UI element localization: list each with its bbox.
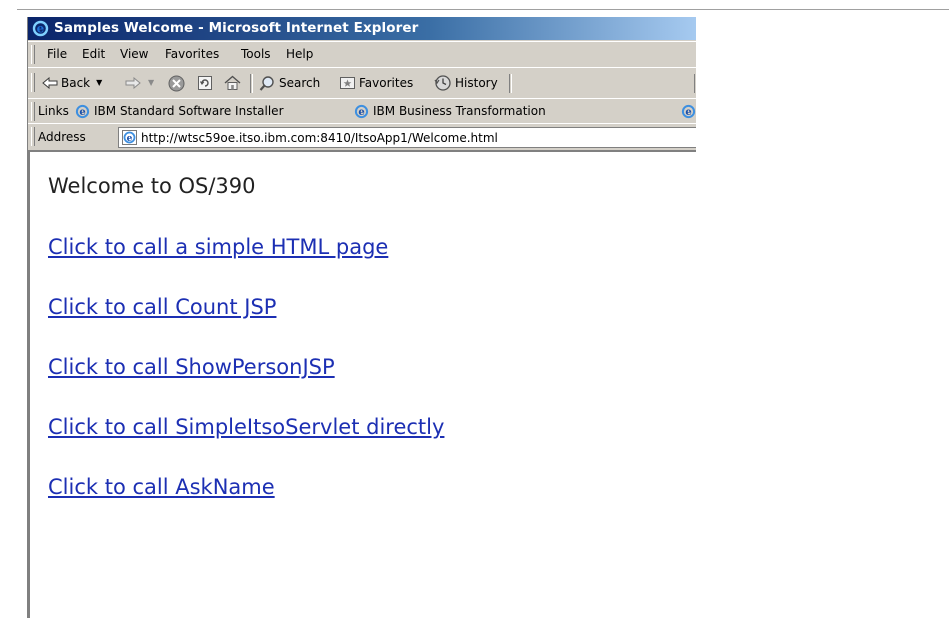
link-overflow-item[interactable]: e — [681, 99, 696, 123]
stop-button[interactable] — [168, 68, 185, 98]
links-grip[interactable] — [31, 102, 35, 121]
back-dropdown-icon[interactable]: ▼ — [96, 68, 102, 98]
link-show-person-jsp[interactable]: Click to call ShowPersonJSP — [48, 355, 335, 379]
menu-view[interactable]: View — [118, 42, 150, 66]
back-button[interactable]: Back ▼ — [42, 68, 102, 98]
address-grip[interactable] — [31, 127, 35, 146]
search-icon — [259, 75, 274, 91]
link-ibm-standard-software-installer[interactable]: e IBM Standard Software Installer — [75, 99, 284, 123]
figure-frame-line — [17, 9, 949, 10]
menubar-grip[interactable] — [31, 45, 35, 64]
address-box[interactable]: e — [118, 127, 696, 148]
link-ibm-business-transformation[interactable]: e IBM Business Transformation — [354, 99, 546, 123]
menu-edit[interactable]: Edit — [80, 42, 107, 66]
link-simple-html-page[interactable]: Click to call a simple HTML page — [48, 235, 388, 259]
svg-text:e: e — [685, 107, 691, 118]
svg-text:e: e — [79, 107, 85, 118]
refresh-icon — [198, 76, 212, 90]
history-label: History — [455, 76, 498, 90]
menu-help[interactable]: Help — [284, 42, 315, 66]
menu-tools[interactable]: Tools — [239, 42, 273, 66]
favorites-button[interactable]: Favorites — [339, 68, 413, 98]
back-label: Back — [61, 76, 91, 90]
stop-icon — [168, 75, 185, 91]
page-content: Welcome to OS/390 Click to call a simple… — [28, 150, 696, 618]
home-icon — [224, 75, 241, 90]
svg-text:e: e — [358, 107, 364, 118]
forward-button[interactable]: ▼ — [125, 68, 154, 98]
search-button[interactable]: Search — [259, 68, 320, 98]
link-ask-name[interactable]: Click to call AskName — [48, 475, 275, 499]
favorites-label: Favorites — [359, 76, 414, 90]
svg-text:e: e — [37, 22, 45, 36]
ie-page-icon: e — [681, 104, 696, 118]
address-label: Address — [38, 130, 86, 144]
home-button[interactable] — [224, 68, 241, 98]
page-heading: Welcome to OS/390 — [48, 174, 256, 198]
toolbar-grip[interactable] — [31, 73, 35, 92]
toolbar-separator — [250, 74, 253, 93]
menu-favorites[interactable]: Favorites — [163, 42, 221, 66]
link-label: IBM Business Transformation — [373, 104, 546, 118]
address-bar: Address e — [28, 123, 696, 151]
menu-bar: File Edit View Favorites Tools Help — [28, 41, 696, 68]
back-arrow-icon — [42, 77, 58, 89]
links-bar: Links e IBM Standard Software Installer … — [28, 98, 696, 124]
internet-explorer-icon: e — [32, 20, 49, 37]
menu-file[interactable]: File — [45, 42, 69, 66]
forward-dropdown-icon[interactable]: ▼ — [148, 68, 154, 98]
title-bar: e Samples Welcome - Microsoft Internet E… — [28, 17, 696, 40]
ie-page-icon: e — [75, 104, 90, 118]
toolbar-separator — [509, 74, 512, 93]
history-button[interactable]: History — [433, 68, 498, 98]
refresh-button[interactable] — [197, 68, 213, 98]
svg-text:e: e — [127, 134, 133, 144]
history-icon — [434, 75, 451, 91]
address-input[interactable] — [141, 130, 681, 145]
standard-toolbar: Back ▼ ▼ Search Favorites History — [28, 67, 696, 99]
links-label: Links — [38, 104, 69, 118]
ie-page-icon: e — [354, 104, 369, 118]
ie-page-icon: e — [122, 130, 137, 145]
search-label: Search — [279, 76, 321, 90]
browser-window: e Samples Welcome - Microsoft Internet E… — [27, 17, 696, 618]
forward-arrow-icon — [125, 77, 141, 89]
toolbar-separator — [694, 74, 696, 93]
favorites-icon — [340, 77, 355, 89]
link-count-jsp[interactable]: Click to call Count JSP — [48, 295, 276, 319]
window-title: Samples Welcome - Microsoft Internet Exp… — [54, 20, 419, 36]
link-simple-itso-servlet[interactable]: Click to call SimpleItsoServlet directly — [48, 415, 444, 439]
link-label: IBM Standard Software Installer — [94, 104, 284, 118]
